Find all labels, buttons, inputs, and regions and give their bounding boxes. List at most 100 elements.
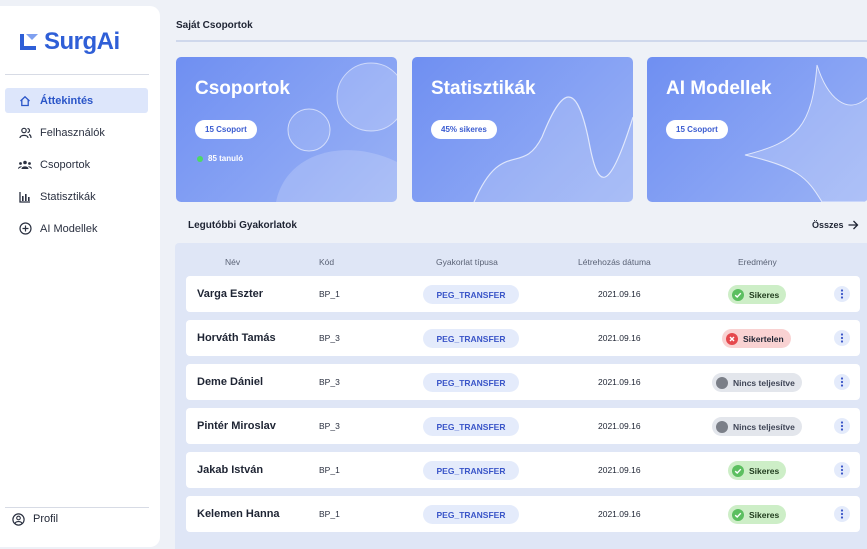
table-row[interactable]: Kelemen Hanna BP_1 PEG_TRANSFER 2021.09.16 S… [186,496,860,532]
column-header-type: Gyakorlat típusa [436,257,498,267]
row-code: BP_3 [319,421,340,431]
sidebar-item-statistics[interactable]: Statisztikák [5,184,148,209]
card-statistics[interactable]: Statisztikák 45% sikeres [412,57,633,202]
row-more-button[interactable] [834,286,850,302]
row-type-chip: PEG_TRANSFER [423,505,519,524]
card-extra-label: 85 tanuló [208,154,244,163]
row-code: BP_3 [319,377,340,387]
sidebar-item-groups[interactable]: Csoportok [5,152,148,177]
status-label: Nincs teljesítve [733,421,795,432]
user-circle-icon [11,512,25,526]
more-vertical-icon [840,289,844,299]
row-code: BP_1 [319,465,340,475]
groups-icon [18,158,32,172]
card-student-count: 85 tanuló [197,154,243,163]
status-dot [197,155,203,162]
status-badge: Sikeres [728,505,787,524]
status-badge: Sikeres [728,461,787,480]
table-row[interactable]: Deme Dániel BP_3 PEG_TRANSFER 2021.09.16 Nin… [186,364,860,400]
view-all-link[interactable]: Összes [812,220,859,230]
row-date: 2021.09.16 [598,333,641,343]
view-all-label: Összes [812,220,844,230]
column-header-result: Eredmény [738,257,777,267]
card-pill: 45% sikeres [431,120,497,139]
x-circle-icon [726,332,738,345]
column-header-code: Kód [319,257,335,267]
row-name: Deme Dániel [197,376,264,388]
more-vertical-icon [840,509,844,519]
row-more-button[interactable] [834,418,850,434]
row-type-chip: PEG_TRANSFER [423,285,519,304]
bar-chart-icon [18,190,32,204]
table-row[interactable]: Horváth Tamás BP_3 PEG_TRANSFER 2021.09.16 S… [186,320,860,356]
row-type-chip: PEG_TRANSFER [423,329,519,348]
sidebar-item-label: Statisztikák [40,190,96,203]
row-code: BP_1 [319,509,340,519]
card-title: AI Modellek [666,78,772,99]
row-date: 2021.09.16 [598,289,641,299]
header-divider [176,40,867,42]
row-type-chip: PEG_TRANSFER [423,373,519,392]
more-vertical-icon [840,333,844,343]
logo-icon [20,34,38,50]
table-row[interactable]: Varga Eszter BP_1 PEG_TRANSFER 2021.09.16 Si… [186,276,860,312]
row-name: Pintér Miroslav [197,420,276,432]
sidebar: SurgAi Áttekintés Felhasználók Csoportok [0,6,160,547]
row-name: Horváth Tamás [197,332,276,344]
check-circle-icon [732,464,744,477]
check-circle-icon [732,508,744,521]
card-groups[interactable]: Csoportok 15 Csoport 85 tanuló [176,57,397,202]
card-pill: 15 Csoport [195,120,257,139]
row-more-button[interactable] [834,462,850,478]
neutral-dot-icon [716,376,728,389]
sidebar-divider [5,507,149,508]
profile-link[interactable]: Profil [11,512,58,526]
more-vertical-icon [840,421,844,431]
card-pill: 15 Csoport [666,120,728,139]
status-badge: Sikeres [728,285,787,304]
sidebar-nav: Áttekintés Felhasználók Csoportok Statis… [5,88,148,248]
row-date: 2021.09.16 [598,509,641,519]
profile-label: Profil [33,513,59,525]
row-date: 2021.09.16 [598,421,641,431]
home-icon [18,94,32,108]
more-vertical-icon [840,377,844,387]
plus-circle-icon [18,222,32,236]
status-label: Nincs teljesítve [733,377,795,388]
row-type-chip: PEG_TRANSFER [423,461,519,480]
row-more-button[interactable] [834,374,850,390]
column-header-date: Létrehozás dátuma [578,257,651,267]
card-title: Csoportok [195,78,290,99]
sidebar-divider [5,74,149,75]
status-badge: Nincs teljesítve [712,373,802,392]
sidebar-item-label: Felhasználók [40,126,105,139]
more-vertical-icon [840,465,844,475]
card-ai-models[interactable]: AI Modellek 15 Csoport [647,57,867,202]
card-title: Statisztikák [431,78,536,99]
sidebar-item-label: AI Modellek [40,222,98,235]
users-icon [18,126,32,140]
status-badge: Sikertelen [722,329,791,348]
sidebar-item-label: Csoportok [40,158,91,171]
row-more-button[interactable] [834,330,850,346]
sidebar-item-label: Áttekintés [40,94,94,107]
app-name: SurgAi [44,28,120,55]
column-header-name: Név [225,257,241,267]
sidebar-item-overview[interactable]: Áttekintés [5,88,148,113]
page-title: Saját Csoportok [176,20,253,31]
table-row[interactable]: Jakab István BP_1 PEG_TRANSFER 2021.09.16 Si… [186,452,860,488]
row-more-button[interactable] [834,506,850,522]
row-name: Jakab István [197,464,264,476]
sidebar-item-users[interactable]: Felhasználók [5,120,148,145]
status-badge: Nincs teljesítve [712,417,802,436]
check-circle-icon [732,288,744,301]
row-date: 2021.09.16 [598,377,641,387]
sidebar-item-ai-models[interactable]: AI Modellek [5,216,148,241]
logo[interactable]: SurgAi [18,28,120,56]
row-name: Kelemen Hanna [197,508,280,520]
arrow-right-icon [848,220,858,230]
row-type-chip: PEG_TRANSFER [423,417,519,436]
table-row[interactable]: Pintér Miroslav BP_3 PEG_TRANSFER 2021.09.1… [186,408,860,444]
row-code: BP_1 [319,289,340,299]
status-label: Sikeres [749,289,780,300]
